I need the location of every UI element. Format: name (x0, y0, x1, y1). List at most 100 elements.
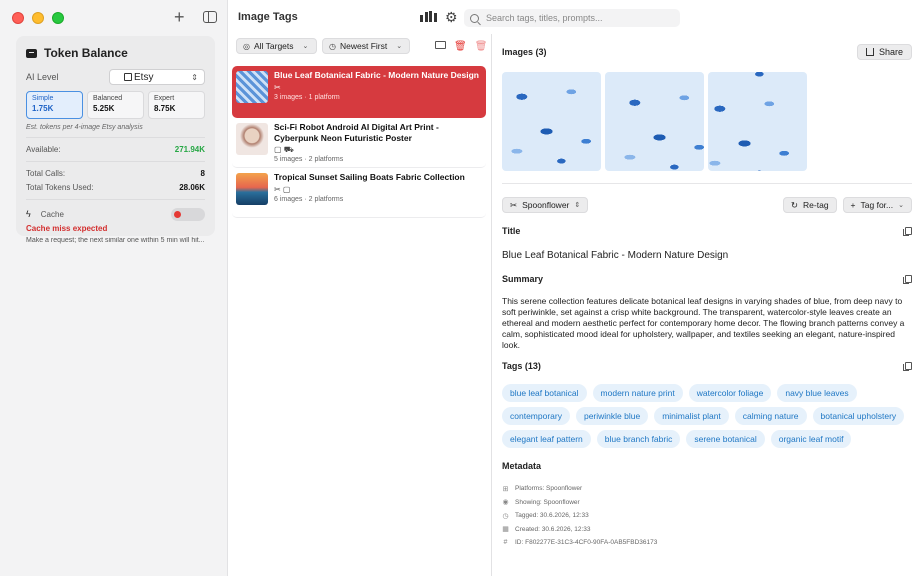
share-label: Share (878, 47, 903, 57)
metadata-list: ⊞ Platforms: Spoonflower ◉ Showing: Spoo… (502, 482, 657, 550)
tag-chip[interactable]: modern nature print (592, 384, 683, 402)
summary-text: This serene collection features delicate… (502, 296, 905, 350)
tag-chip[interactable]: minimalist plant (654, 407, 729, 425)
title-label: Title (502, 226, 521, 236)
level-name: Expert (154, 95, 175, 102)
tag-chip[interactable]: blue leaf botanical (502, 384, 587, 402)
cache-label: Cache (40, 209, 64, 219)
target-filter[interactable]: ◎ All Targets ⌄ (236, 38, 317, 54)
refresh-icon: ↻ (790, 199, 799, 210)
metadata-row: ▦ Created: 30.6.2026, 12:33 (502, 523, 657, 537)
tag-chip[interactable]: calming nature (734, 407, 807, 425)
level-expert[interactable]: Expert 8.75K (148, 91, 205, 119)
list-item[interactable]: Sci-Fi Robot Android AI Digital Art Prin… (232, 118, 486, 168)
item-list-pane: ◎ All Targets ⌄ ◷ Newest First ⌄ 🗑 🗑 Blu… (228, 34, 492, 576)
level-simple[interactable]: Simple 1.75K (26, 91, 83, 119)
item-title: Tropical Sunset Sailing Boats Fabric Col… (274, 172, 465, 182)
available-value: 271.94K (174, 145, 205, 154)
tag-for-button[interactable]: + Tag for... ⌄ (842, 197, 912, 213)
gear-icon[interactable]: ⚙ (445, 9, 458, 26)
summary-label: Summary (502, 274, 544, 284)
platform-icons: ✂ ▢ (274, 184, 291, 194)
available-row: Available: 271.94K (26, 144, 205, 155)
platform-icons: ▢ ⛟ (274, 145, 294, 154)
divider (502, 183, 912, 184)
tag-chip[interactable]: serene botanical (686, 430, 765, 448)
search-input[interactable] (486, 13, 676, 23)
item-thumbnail (236, 71, 268, 103)
cache-status: Cache miss expected (26, 224, 108, 233)
copy-icon[interactable] (903, 275, 912, 284)
metadata-text: Tagged: 30.6.2026, 12:33 (515, 512, 589, 520)
sidebar-toggle-icon[interactable] (203, 11, 217, 23)
stats-chart-icon[interactable] (420, 11, 437, 22)
platform-select-button[interactable]: ✂ Spoonflower ⇕ (502, 197, 589, 213)
total-calls-value: 8 (200, 169, 205, 178)
gallery-image[interactable] (502, 72, 601, 171)
metadata-text: Platforms: Spoonflower (515, 485, 583, 493)
cache-note: Make a request; the next similar one wit… (26, 237, 205, 244)
level-balanced[interactable]: Balanced 5.25K (87, 91, 144, 119)
filter-bar: ◎ All Targets ⌄ ◷ Newest First ⌄ (236, 38, 410, 54)
scissors-icon: ✂ (510, 199, 518, 210)
target-icon: ◎ (243, 41, 250, 51)
image-add-icon[interactable] (435, 41, 446, 49)
chevron-updown-icon: ⇕ (574, 202, 581, 209)
tag-chip[interactable]: contemporary (502, 407, 570, 425)
sort-filter-label: Newest First (339, 41, 388, 51)
trash-all-icon[interactable]: 🗑 (475, 41, 488, 52)
metadata-row: # ID: F802277E-31C3-4CF0-90FA-0AB5FBD361… (502, 536, 658, 550)
window-controls (12, 12, 64, 24)
tag-chip[interactable]: botanical upholstery (812, 407, 905, 425)
level-value: 5.25K (93, 104, 115, 113)
total-tokens-label: Total Tokens Used: (26, 183, 94, 192)
tags-header: Tags (13) (502, 361, 912, 371)
token-balance-header: Token Balance (26, 46, 205, 60)
zoom-window-button[interactable] (52, 12, 64, 24)
item-list: Blue Leaf Botanical Fabric - Modern Natu… (232, 66, 486, 218)
tag-list: blue leaf botanical modern nature print … (502, 384, 922, 448)
cache-toggle[interactable] (171, 207, 205, 221)
total-calls-row: Total Calls: 8 (26, 168, 205, 179)
list-item[interactable]: Tropical Sunset Sailing Boats Fabric Col… (232, 168, 486, 218)
item-meta: 3 images · 1 platform (274, 93, 340, 101)
metadata-text: Created: 30.6.2026, 12:33 (515, 525, 591, 533)
total-tokens-value: 28.06K (179, 183, 205, 192)
add-icon[interactable]: + (174, 8, 185, 26)
tag-chip[interactable]: watercolor foliage (688, 384, 772, 402)
total-calls-label: Total Calls: (26, 169, 66, 178)
search-bar[interactable] (464, 9, 680, 27)
tag-chip[interactable]: blue branch fabric (596, 430, 681, 448)
app-title: Image Tags (238, 11, 298, 23)
summary-header: Summary (502, 274, 912, 284)
list-tools: 🗑 🗑 (435, 41, 487, 52)
item-title: Blue Leaf Botanical Fabric - Modern Natu… (274, 70, 479, 80)
gallery-image[interactable] (708, 72, 807, 171)
minimize-window-button[interactable] (32, 12, 44, 24)
copy-icon[interactable] (903, 227, 912, 236)
tag-chip[interactable]: periwinkle blue (575, 407, 649, 425)
tag-chip[interactable]: navy blue leaves (777, 384, 857, 402)
item-meta: 6 images · 2 platforms (274, 195, 344, 203)
token-balance-card: Token Balance AI Level Etsy ⇕ Simple 1.7… (16, 36, 215, 244)
retag-button[interactable]: ↻ Re-tag (782, 197, 837, 213)
share-button[interactable]: Share (856, 44, 912, 60)
tag-chip[interactable]: elegant leaf pattern (502, 430, 591, 448)
close-window-button[interactable] (12, 12, 24, 24)
chevron-down-icon: ⌄ (396, 43, 403, 50)
tag-chip[interactable]: organic leaf motif (770, 430, 852, 448)
calendar-icon: ▦ (502, 526, 509, 534)
title-header: Title (502, 226, 912, 236)
title-value: Blue Leaf Botanical Fabric - Modern Natu… (502, 250, 729, 261)
copy-icon[interactable] (903, 362, 912, 371)
platform-select[interactable]: Etsy ⇕ (109, 69, 205, 85)
item-thumbnail (236, 173, 268, 205)
metadata-label: Metadata (502, 461, 542, 471)
sort-filter[interactable]: ◷ Newest First ⌄ (322, 38, 410, 54)
metadata-row: ◷ Tagged: 30.6.2026, 12:33 (502, 509, 657, 523)
gallery-image[interactable] (605, 72, 704, 171)
cache-row: ϟ Cache (26, 206, 205, 222)
list-item[interactable]: Blue Leaf Botanical Fabric - Modern Natu… (232, 66, 486, 118)
sidebar: + Token Balance AI Level Etsy ⇕ Simple 1… (0, 0, 228, 576)
trash-icon[interactable]: 🗑 (454, 41, 467, 52)
